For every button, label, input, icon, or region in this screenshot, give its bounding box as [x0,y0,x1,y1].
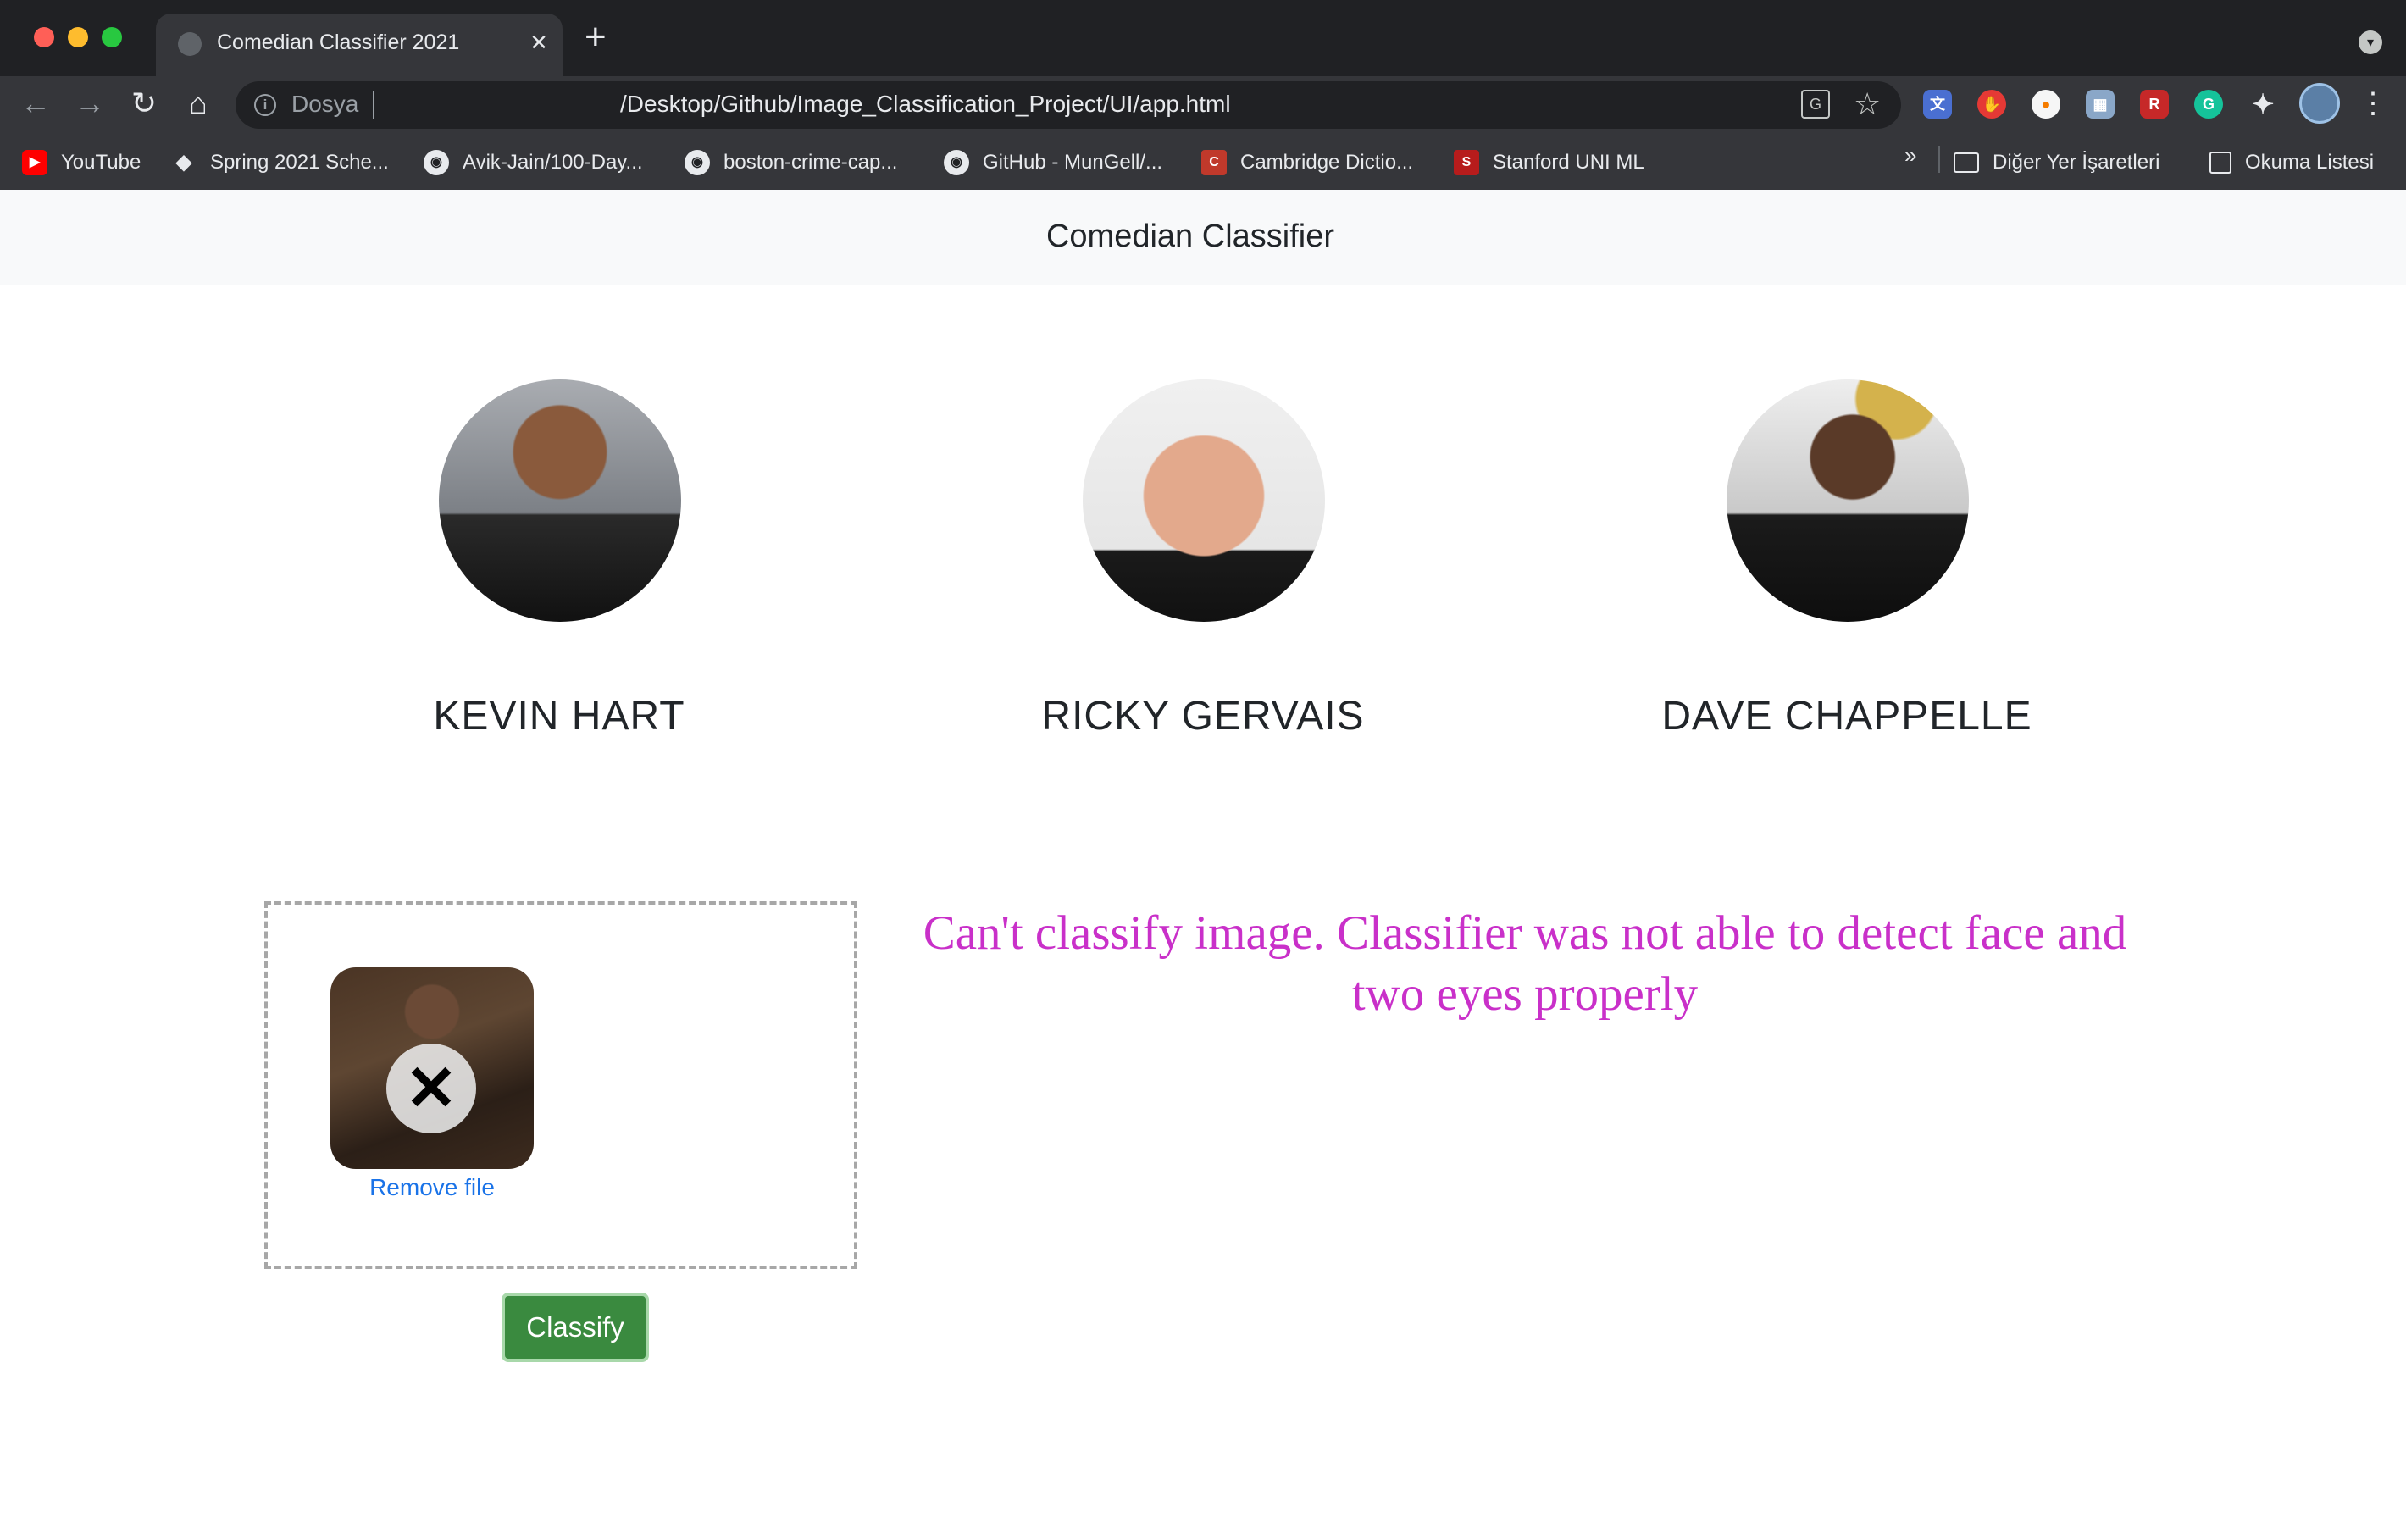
other-bookmarks-label: Diğer Yer İşaretleri [1993,151,2160,174]
bookmark-label: boston-crime-cap... [723,151,898,174]
bookmark-youtube[interactable]: ▶ YouTube [22,147,141,178]
minimize-window-button[interactable] [68,27,88,47]
profile-avatar-icon[interactable] [2299,83,2340,124]
error-message: Can't classify image. Classifier was not… [923,906,2127,1021]
github-icon: ◉ [424,150,449,175]
bookmark-boston-crime[interactable]: ◉ boston-crime-cap... [685,147,897,178]
browser-menu-icon[interactable]: ⋮ [2359,83,2387,124]
other-bookmarks-folder[interactable]: Diğer Yer İşaretleri [1954,147,2159,178]
spring-icon: ◆ [175,151,192,174]
translate-icon[interactable]: G [1801,90,1830,119]
reading-list[interactable]: Okuma Listesi [2209,147,2374,178]
youtube-icon: ▶ [22,150,47,175]
remove-file-link[interactable]: Remove file [268,1174,596,1201]
home-icon[interactable]: ⌂ [178,83,219,124]
uploaded-image-thumbnail: ✕ [330,967,534,1169]
bookmark-label: Stanford UNI ML [1493,151,1644,174]
bookmark-avik-jain[interactable]: ◉ Avik-Jain/100-Day... [424,147,643,178]
bookmark-label: YouTube [61,151,141,174]
error-x-icon: ✕ [386,1044,476,1133]
browser-chrome: Comedian Classifier 2021 × + ▾ ← → ↻ ⌂ i… [0,0,2406,190]
comedian-name: RICKY GERVAIS [1041,694,1365,739]
github-icon: ◉ [944,150,969,175]
info-icon[interactable]: i [254,94,276,116]
url-scheme-label: Dosya [291,91,359,117]
grammarly-extension-icon[interactable]: G [2194,90,2223,119]
extensions-puzzle-icon[interactable]: ✦ [2248,90,2277,119]
orange-extension-icon[interactable]: ● [2032,90,2060,119]
bookmark-github-mungell[interactable]: ◉ GitHub - MunGell/... [944,147,1162,178]
folder-icon [1954,152,1979,173]
reading-list-icon [2209,152,2231,174]
comedian-avatar [439,379,681,622]
comedian-card-ricky-gervais: RICKY GERVAIS [991,379,1415,752]
url-separator [373,91,374,119]
tab-strip: Comedian Classifier 2021 × + ▾ [0,0,2406,76]
bookmark-cambridge[interactable]: C Cambridge Dictio... [1201,147,1413,178]
maximize-window-button[interactable] [102,27,122,47]
reading-list-label: Okuma Listesi [2245,151,2375,174]
image-dropzone[interactable]: ✕ Remove file [264,901,857,1269]
globe-icon [178,32,202,56]
close-window-button[interactable] [34,27,54,47]
bookmark-label: GitHub - MunGell/... [983,151,1163,174]
comedian-name: KEVIN HART [433,694,685,739]
comedian-name: DAVE CHAPPELLE [1661,694,2032,739]
bookmark-label: Spring 2021 Sche... [210,151,389,174]
stanford-icon: S [1454,150,1479,175]
bookmark-label: Cambridge Dictio... [1240,151,1414,174]
cambridge-icon: C [1201,150,1227,175]
red-extension-icon[interactable]: R [2140,90,2169,119]
image-extension-icon[interactable]: ▦ [2086,90,2115,119]
forward-arrow-icon[interactable]: → [69,83,110,124]
more-bookmarks-button[interactable]: » [1904,142,1916,169]
comedian-card-kevin-hart: KEVIN HART [347,379,771,752]
page-navbar: Comedian Classifier [0,190,2406,285]
url-text[interactable]: /Desktop/Github/Image_Classification_Pro… [620,91,1231,118]
back-arrow-icon[interactable]: ← [15,83,56,124]
bookmark-star-icon[interactable]: ☆ [1854,86,1881,122]
bookmarks-bar: ▶ YouTube ◆ Spring 2021 Sche... ◉ Avik-J… [0,136,2406,190]
address-bar[interactable]: i Dosya /Desktop/Github/Image_Classifica… [236,81,1901,129]
reload-icon[interactable]: ↻ [124,83,164,124]
comedian-card-dave-chappelle: DAVE CHAPPELLE [1635,379,2059,752]
new-tab-button[interactable]: + [585,19,607,56]
tab-close-icon[interactable]: × [530,27,547,58]
bookmarks-divider [1938,146,1940,173]
comedian-avatar [1083,379,1325,622]
tab-title: Comedian Classifier 2021 [217,30,460,54]
google-translate-extension-icon[interactable]: 文 [1923,90,1952,119]
github-icon: ◉ [685,150,710,175]
classify-button[interactable]: Classify [502,1293,649,1362]
browser-tab[interactable]: Comedian Classifier 2021 × [156,14,563,76]
comedian-avatar [1727,379,1969,622]
page-title: Comedian Classifier [1045,219,1334,254]
bookmark-label: Avik-Jain/100-Day... [463,151,643,174]
tab-search-icon[interactable]: ▾ [2359,30,2382,54]
bookmark-spring-2021[interactable]: ◆ Spring 2021 Sche... [171,147,389,178]
adblock-extension-icon[interactable]: ✋ [1977,90,2006,119]
bookmark-stanford[interactable]: S Stanford UNI ML [1454,147,1644,178]
